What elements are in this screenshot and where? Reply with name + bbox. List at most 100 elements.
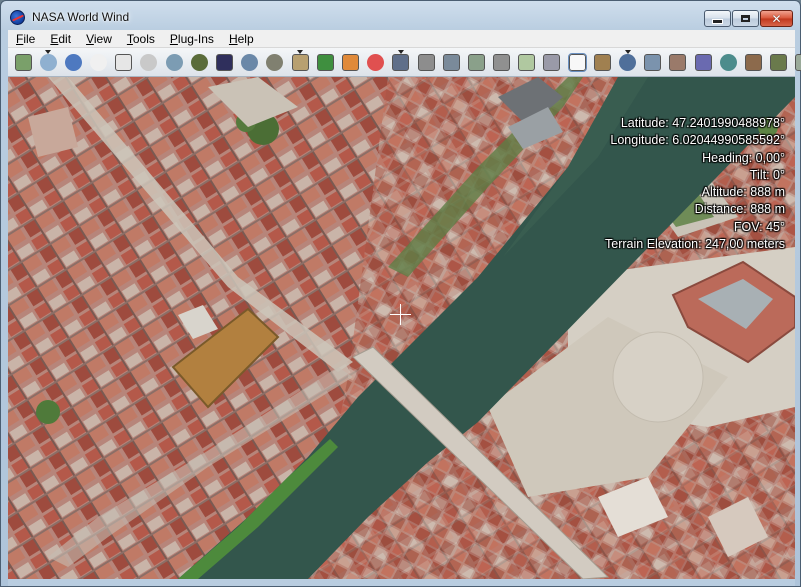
modis-button[interactable] xyxy=(440,51,462,73)
photo-layers-button[interactable] xyxy=(667,51,689,73)
color-map-button[interactable] xyxy=(314,51,336,73)
maximize-button[interactable] xyxy=(732,10,759,27)
menu-label-rest: elp xyxy=(237,31,254,46)
clock-icon xyxy=(90,53,108,71)
app-window: NASA World Wind ✕ File Edit View Tools Plug-… xyxy=(0,0,801,587)
terrain-elevation-readout: Terrain Elevation: 247,00 meters xyxy=(605,237,785,252)
layers-button[interactable] xyxy=(12,51,34,73)
color-map-icon xyxy=(316,53,334,71)
zoomit-icon xyxy=(493,53,511,71)
world-icon xyxy=(241,53,259,71)
status-bar xyxy=(8,579,795,586)
tilt-readout: Tilt: 0° xyxy=(749,167,785,182)
stars-icon xyxy=(770,53,788,71)
usgs-urban-icon xyxy=(543,53,561,71)
latitude-readout: Latitude: 47.2401990488978° xyxy=(620,116,785,130)
menu-accelerator: V xyxy=(86,31,94,46)
flags-icon xyxy=(694,53,712,71)
boundaries-icon xyxy=(719,53,737,71)
satellite-image-icon xyxy=(417,53,435,71)
boundaries-button[interactable] xyxy=(717,51,739,73)
crosshair-toggle-button[interactable] xyxy=(37,50,59,73)
usgs-topo-button[interactable] xyxy=(516,51,538,73)
geocover-icon xyxy=(467,53,485,71)
heat-map-icon xyxy=(341,53,359,71)
search-button[interactable] xyxy=(138,51,160,73)
flags-button[interactable] xyxy=(692,51,714,73)
menu-bar: File Edit View Tools Plug-Ins Help xyxy=(8,30,795,48)
window-title: NASA World Wind xyxy=(32,10,130,24)
heading-readout: Heading: 0,00° xyxy=(702,150,785,165)
compass-icon xyxy=(64,53,82,71)
rainbow-icon xyxy=(367,53,385,71)
usgs-topo-icon xyxy=(518,53,536,71)
menu-edit[interactable]: Edit xyxy=(42,30,78,48)
nasa-logo-icon xyxy=(10,10,25,25)
search-icon xyxy=(140,53,158,71)
globe-button[interactable] xyxy=(188,51,210,73)
landsat-icon xyxy=(216,53,233,71)
moon-icon xyxy=(266,53,284,71)
scripts-button[interactable] xyxy=(793,51,801,73)
menu-accelerator: P xyxy=(169,31,178,46)
clock-button[interactable] xyxy=(88,51,110,73)
heat-map-button[interactable] xyxy=(339,51,361,73)
places-button[interactable] xyxy=(742,51,764,73)
menu-label-rest: lug-Ins xyxy=(177,31,214,46)
home-icon xyxy=(115,53,133,71)
terrain-button[interactable] xyxy=(289,50,311,73)
menu-label-rest: dit xyxy=(58,31,72,46)
distance-readout: Distance: 888 m xyxy=(694,202,785,217)
zoom-search-icon xyxy=(619,53,636,71)
menu-label-rest: ile xyxy=(23,31,36,46)
sphere-icon xyxy=(165,53,183,71)
layers-icon xyxy=(14,53,32,71)
blank-map-icon xyxy=(567,52,587,72)
blank-map-button[interactable] xyxy=(566,51,588,73)
globe-icon xyxy=(190,53,208,71)
world-button[interactable] xyxy=(239,51,261,73)
ruler-icon xyxy=(593,53,611,71)
compass-button[interactable] xyxy=(62,51,84,73)
menu-tools[interactable]: Tools xyxy=(119,30,162,48)
coordinate-readout: Latitude: 47.2401990488978° Longitude: 6… xyxy=(605,115,785,253)
zoom-search-button[interactable] xyxy=(617,50,639,73)
animated-clouds-button[interactable] xyxy=(390,50,412,73)
terrain-icon xyxy=(291,53,309,71)
moon-button[interactable] xyxy=(264,51,286,73)
satellite-image-button[interactable] xyxy=(415,51,437,73)
fov-readout: FOV: 45° xyxy=(733,219,785,234)
animated-clouds-icon xyxy=(392,53,410,71)
altitude-readout: Altitude: 888 m xyxy=(701,185,785,200)
menu-accelerator: H xyxy=(228,31,238,46)
minimize-button[interactable] xyxy=(704,10,731,27)
grid-icon xyxy=(644,53,662,71)
longitude-readout: Longitude: 6.02044990585592° xyxy=(610,133,785,148)
toolbar xyxy=(8,48,801,77)
menu-help[interactable]: Help xyxy=(221,30,261,48)
photo-layers-icon xyxy=(669,53,687,71)
grid-button[interactable] xyxy=(642,51,664,73)
title-bar[interactable]: NASA World Wind ✕ xyxy=(1,1,800,31)
crosshair-toggle-icon xyxy=(39,53,57,71)
usgs-urban-button[interactable] xyxy=(541,51,563,73)
zoomit-button[interactable] xyxy=(491,51,513,73)
home-button[interactable] xyxy=(113,51,135,73)
geocover-button[interactable] xyxy=(465,51,487,73)
maximize-icon xyxy=(741,15,750,22)
scripts-icon xyxy=(795,53,801,71)
sphere-button[interactable] xyxy=(163,51,185,73)
close-icon: ✕ xyxy=(771,11,782,26)
places-icon xyxy=(744,53,762,71)
menu-label-rest: ools xyxy=(132,31,155,46)
menu-file[interactable]: File xyxy=(8,30,42,48)
rainbow-button[interactable] xyxy=(365,51,387,73)
stars-button[interactable] xyxy=(768,51,790,73)
ruler-button[interactable] xyxy=(591,51,613,73)
globe-viewport[interactable]: Latitude: 47.2401990488978° Longitude: 6… xyxy=(8,77,795,579)
menu-plug-ins[interactable]: Plug-Ins xyxy=(162,30,221,48)
close-button[interactable]: ✕ xyxy=(760,10,793,27)
crosshair-icon xyxy=(390,304,411,325)
landsat-button[interactable] xyxy=(214,51,236,73)
menu-view[interactable]: View xyxy=(78,30,119,48)
